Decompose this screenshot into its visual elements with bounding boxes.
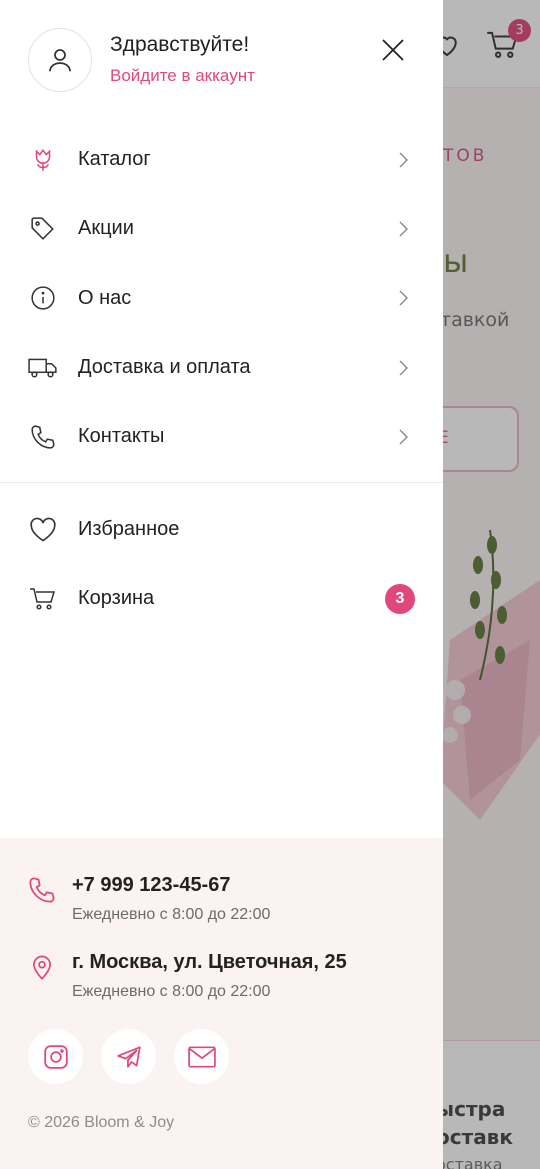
address-text: г. Москва, ул. Цветочная, 25	[72, 951, 347, 973]
copyright-text: © 2026 Bloom & Joy	[28, 1114, 175, 1131]
drawer-footer: +7 999 123-45-67 Ежедневно с 8:00 до 22:…	[0, 838, 443, 1169]
nav-label: О нас	[78, 286, 132, 309]
instagram-button[interactable]	[28, 1029, 83, 1084]
chevron-right-icon	[399, 221, 408, 237]
heart-icon	[28, 515, 58, 545]
nav-item-about[interactable]: О нас	[0, 264, 443, 333]
truck-icon	[28, 353, 58, 383]
nav-label: Корзина	[78, 587, 155, 610]
phone-icon	[28, 422, 58, 452]
greeting-text: Здравствуйте!	[110, 33, 250, 56]
chevron-right-icon	[399, 360, 408, 376]
nav-item-promotions[interactable]: Акции	[0, 194, 443, 263]
nav-item-cart[interactable]: Корзина 3	[0, 564, 443, 633]
nav-label: Контакты	[78, 425, 165, 448]
nav-label: Каталог	[78, 148, 151, 171]
main-nav: Каталог Акции О нас Доставка и оплата Ко…	[0, 125, 443, 471]
mail-icon	[187, 1045, 216, 1068]
avatar[interactable]	[28, 28, 92, 92]
secondary-nav: Избранное Корзина 3	[0, 495, 443, 634]
login-link[interactable]: Войдите в аккаунт	[110, 66, 255, 86]
chevron-right-icon	[399, 152, 408, 168]
address-hours: Ежедневно с 8:00 до 22:00	[72, 983, 271, 1000]
user-icon	[49, 49, 71, 72]
instagram-icon	[43, 1044, 68, 1069]
chevron-right-icon	[399, 429, 408, 445]
telegram-button[interactable]	[101, 1029, 156, 1084]
cart-badge: 3	[385, 583, 415, 614]
nav-item-contacts[interactable]: Контакты	[0, 402, 443, 471]
phone-icon	[29, 877, 55, 903]
phone-link[interactable]: +7 999 123-45-67	[72, 874, 230, 897]
info-icon	[28, 283, 58, 313]
side-drawer: Здравствуйте! Войдите в аккаунт Каталог	[0, 0, 443, 1169]
close-icon	[382, 39, 404, 61]
phone-hours: Ежедневно с 8:00 до 22:00	[72, 906, 271, 923]
cart-icon	[28, 584, 58, 614]
location-pin-icon	[32, 955, 52, 980]
chevron-right-icon	[399, 290, 408, 306]
nav-item-delivery[interactable]: Доставка и оплата	[0, 333, 443, 402]
nav-item-favorites[interactable]: Избранное	[0, 495, 443, 564]
close-button[interactable]	[376, 33, 410, 67]
telegram-icon	[116, 1045, 141, 1068]
social-links	[28, 1029, 229, 1084]
nav-label: Акции	[78, 217, 134, 240]
profile-header: Здравствуйте! Войдите в аккаунт	[0, 0, 443, 120]
nav-label: Доставка и оплата	[78, 356, 251, 379]
divider	[0, 482, 443, 483]
nav-label: Избранное	[78, 518, 180, 541]
tag-icon	[28, 214, 58, 244]
tulip-icon	[28, 145, 58, 175]
email-button[interactable]	[174, 1029, 229, 1084]
nav-item-catalog[interactable]: Каталог	[0, 125, 443, 194]
